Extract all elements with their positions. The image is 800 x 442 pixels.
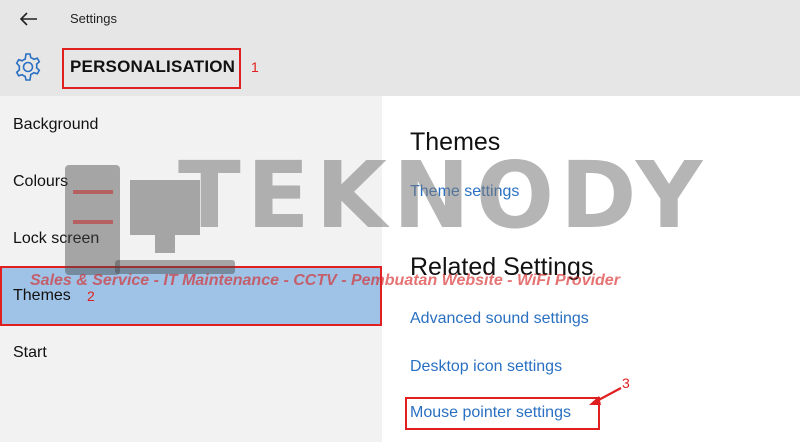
sidebar-item-colours[interactable]: Colours <box>0 153 382 210</box>
themes-heading: Themes <box>410 128 501 156</box>
gear-icon <box>15 53 41 81</box>
sidebar: Background Colours Lock screen Themes St… <box>0 96 382 442</box>
related-settings-heading: Related Settings <box>410 253 594 281</box>
annotation-number-1: 1 <box>251 59 259 75</box>
sidebar-item-lock-screen[interactable]: Lock screen <box>0 210 382 267</box>
page-header: PERSONALISATION 1 <box>0 38 800 96</box>
annotation-box-1 <box>62 48 241 89</box>
advanced-sound-settings-link[interactable]: Advanced sound settings <box>410 310 589 328</box>
arrow-left-icon <box>20 12 37 26</box>
annotation-box-3 <box>405 397 600 430</box>
annotation-number-3: 3 <box>622 375 630 391</box>
window-title: Settings <box>70 11 117 26</box>
annotation-box-2 <box>0 266 382 326</box>
title-bar: Settings <box>0 0 800 38</box>
sidebar-item-start[interactable]: Start <box>0 324 382 381</box>
back-button[interactable] <box>14 7 44 31</box>
sidebar-item-background[interactable]: Background <box>0 96 382 153</box>
theme-settings-link[interactable]: Theme settings <box>410 183 519 201</box>
main-content: Themes Theme settings Related Settings A… <box>382 96 800 442</box>
annotation-arrow-icon <box>589 387 622 405</box>
annotation-number-2: 2 <box>87 288 95 304</box>
desktop-icon-settings-link[interactable]: Desktop icon settings <box>410 358 562 376</box>
